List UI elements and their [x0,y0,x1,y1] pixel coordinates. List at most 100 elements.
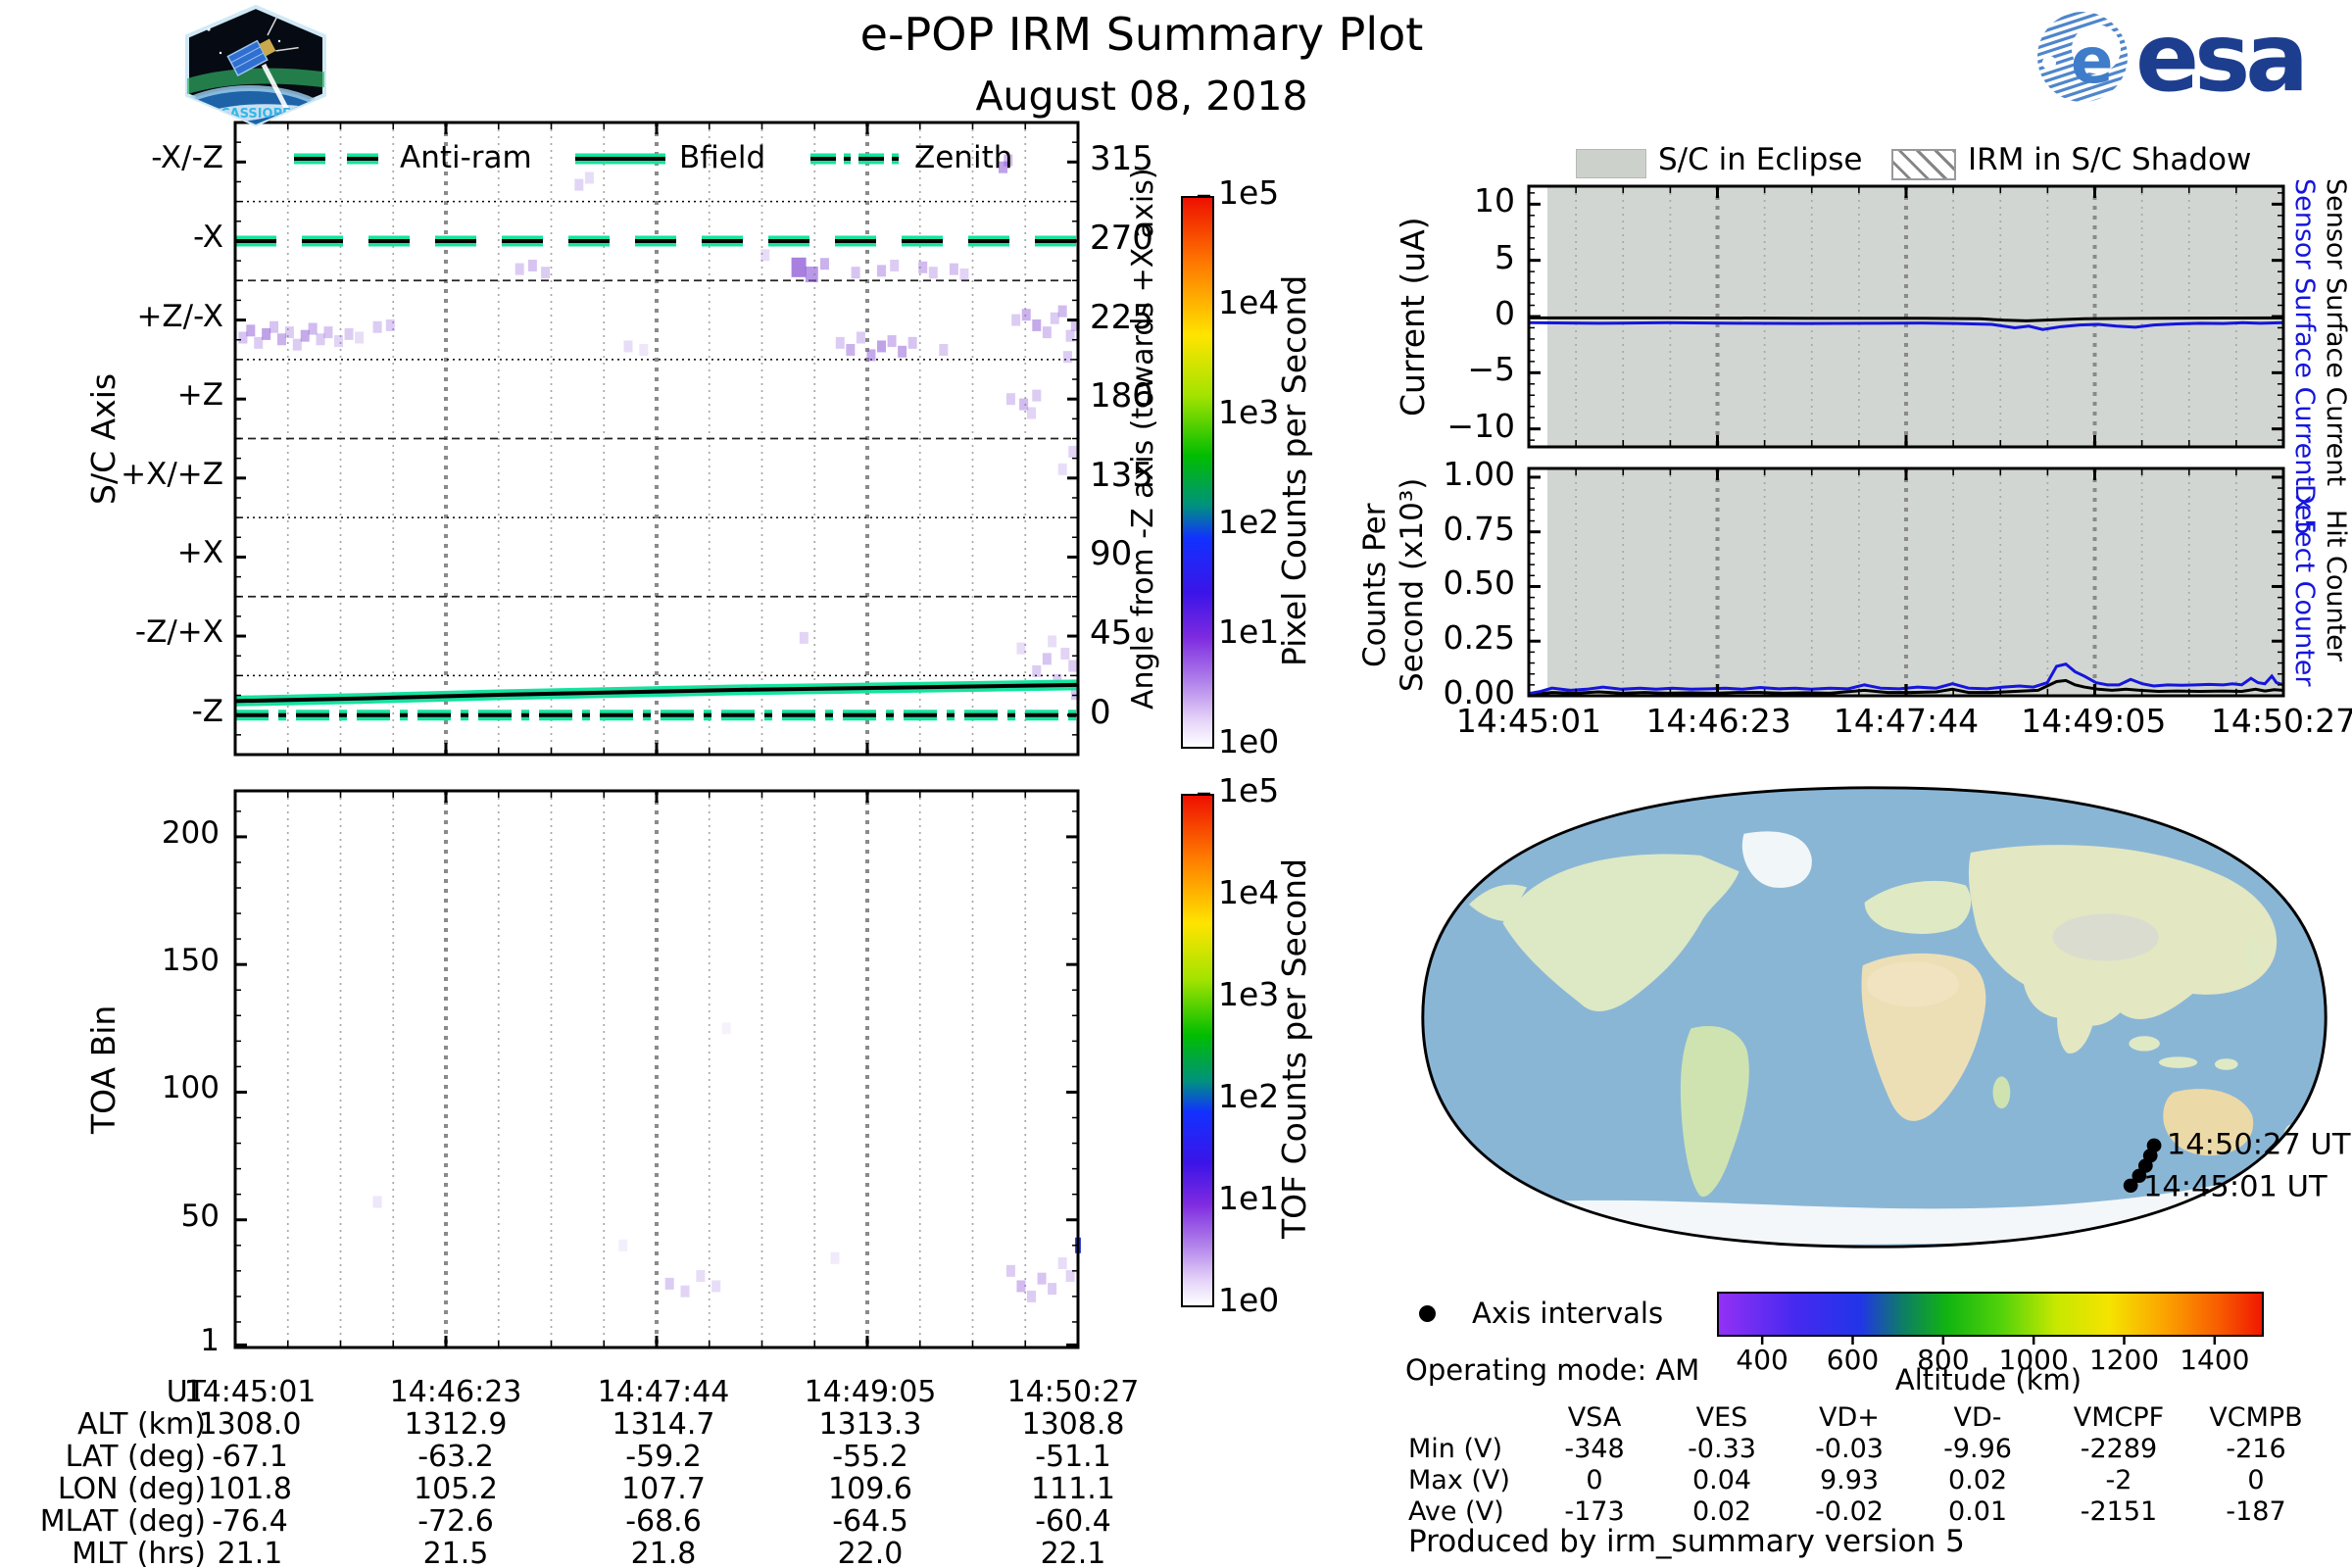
series-line [1528,662,2284,696]
page-date: August 08, 2018 [975,73,1308,120]
angle-right-tick-label: 45 [1090,613,1133,654]
heatmap-point [1050,312,1059,324]
pixel-colorbar [1181,196,1214,749]
ephemeris-cell: 1314.7 [612,1407,715,1442]
heatmap-point [799,631,808,644]
ephemeris-cell: 107.7 [621,1472,706,1506]
series-line [1528,678,2284,697]
heatmap-point [696,1270,706,1283]
heatmap-point [760,249,770,262]
current-tick-label: 0 [1494,294,1515,332]
angle-right-axis-label: Angle from -Z axis (towards +X axis) [1126,168,1160,710]
time-tick-label: 14:47:44 [1833,702,1980,740]
counts-tick-label: 0.50 [1443,564,1515,603]
colorbar-tick-label: 1e1 [1218,612,1280,651]
heatmap-point [907,336,917,349]
track-point [2146,1138,2162,1153]
heatmap-point [1042,653,1052,665]
heatmap-point [639,344,649,357]
antiram-legend-label: Anti-ram [400,140,532,175]
eclipse-legend-label: S/C in Eclipse [1658,142,1863,177]
heatmap-point [1037,1272,1047,1285]
heatmap-point [1070,318,1080,331]
heatmap-point [805,266,818,282]
toa-tick-label: 50 [180,1198,220,1234]
heatmap-point [711,1280,721,1293]
ephemeris-cell: 22.0 [837,1537,904,1568]
altitude-tick-label: 1400 [2180,1344,2250,1376]
ephemeris-cell: 14:45:01 [183,1375,317,1409]
pixel-colorbar-title: Pixel Counts per Second [1275,274,1313,666]
sensor-surface-current-label: Sensor Surface Current [2321,178,2352,486]
toa-tick-label: 1 [200,1323,220,1359]
colorbar-tick-label: 1e4 [1218,873,1280,911]
current-tick-label: 10 [1474,181,1515,220]
heatmap-point [246,324,256,337]
sc-axis-ylabel: S/C Axis [84,372,122,505]
ephemeris-cell: 14:47:44 [597,1375,730,1409]
heatmap-point [1032,664,1042,677]
heatmap-point [385,318,395,331]
cassiope-patch-icon: CASSIOPE [185,4,326,127]
heatmap-point [1011,314,1021,326]
ephemeris-cell: -76.4 [212,1504,288,1539]
counts-tick-label: 0.25 [1443,618,1515,658]
colorbar-tick-label: 1e3 [1218,393,1280,431]
angle-right-tick-label: 180 [1090,376,1153,416]
angle-right-tick-label: 315 [1090,139,1153,179]
plot-frame [233,789,1080,1349]
heatmap-point [890,260,900,272]
antiram-legend-line-icon [292,147,386,171]
heatmap-point [1068,660,1078,672]
series-line [1528,320,2284,331]
time-tick-label: 14:45:01 [1455,702,1602,740]
ephemeris-cell: -64.5 [832,1504,908,1539]
heatmap-point [292,338,302,351]
heatmap-point [1057,463,1067,475]
heatmap-point [1021,309,1031,321]
esa-logo: e esa [2034,8,2339,106]
counts-tick-label: 1.00 [1443,454,1515,493]
heatmap-point [1075,1237,1081,1253]
toa-bin-ylabel: TOA Bin [84,1004,122,1134]
bfield-legend-line-icon [573,147,667,171]
esa-wordmark: esa [2135,8,2304,106]
angle-right-tick-label: 0 [1090,692,1111,732]
heatmap-point [1042,326,1052,339]
ephemeris-cell: -68.6 [625,1504,702,1539]
heatmap-point [877,340,887,353]
heatmap-point [372,320,382,333]
svg-text:e: e [2071,25,2113,98]
heatmap-point [959,268,969,280]
esa-logo-icon: e esa [2037,8,2309,106]
colorbar-tick-label: 1e0 [1218,722,1280,760]
heatmap-point [866,349,876,362]
heatmap-point [1019,398,1029,411]
cassiope-mission-patch: CASSIOPE [181,4,330,127]
epop-irm-summary-page: CASSIOPE e-POP IRM Summary Plot August 0… [0,0,2352,1568]
heatmap-point [1070,688,1080,701]
sc-axis-sector-label: -Z [191,693,223,729]
counts-tick-label: 0.75 [1443,509,1515,548]
heatmap-point [819,258,829,270]
ephemeris-cell: -59.2 [625,1440,702,1474]
heatmap-point [877,265,887,277]
heatmap-point [835,336,845,349]
heatmap-point [1005,1264,1015,1277]
eclipse-region [1546,186,2283,447]
heatmap-point [846,344,856,357]
eclipse-region [1546,468,2283,696]
heatmap-point [300,329,310,342]
sc-axis-sector-label: -X/-Z [151,140,223,176]
toa-tick-label: 200 [161,814,220,851]
heatmap-point [1060,647,1070,660]
time-tick-label: 14:46:23 [1645,702,1791,740]
heatmap-point [1065,329,1075,342]
eclipse-legend-swatch [1576,149,1646,178]
heatmap-point [262,327,271,340]
angle-right-tick-label: 135 [1090,455,1153,495]
heatmap-point [851,267,860,279]
ephemeris-cell: 21.1 [217,1537,283,1568]
ephemeris-cell: -55.2 [832,1440,908,1474]
sc-axis-sector-label: +X/+Z [121,456,223,492]
